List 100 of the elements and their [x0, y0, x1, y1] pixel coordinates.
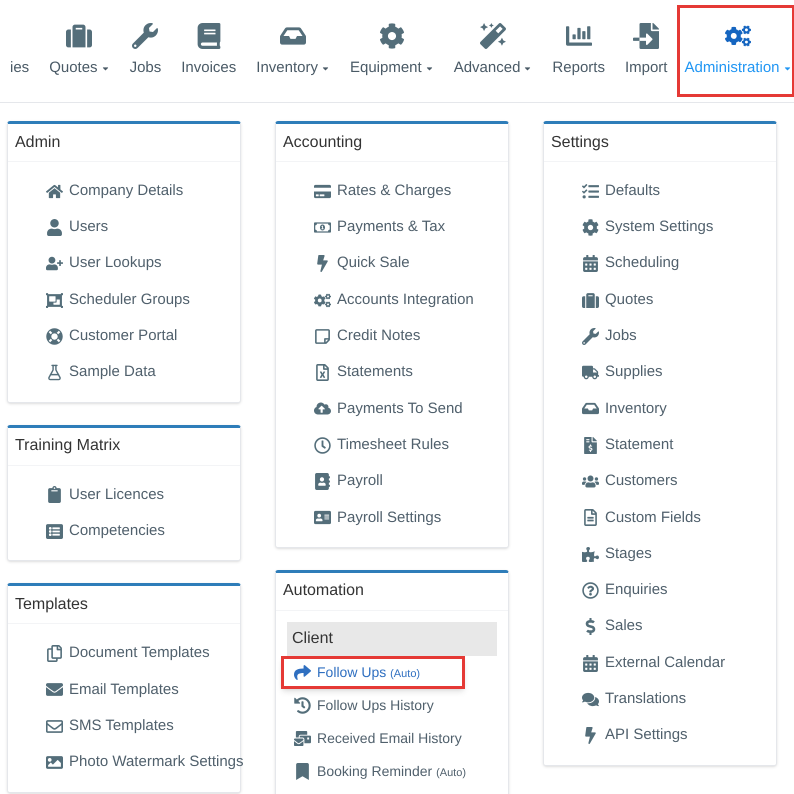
clock-icon — [314, 436, 331, 454]
question-icon — [582, 582, 599, 599]
comments-icon — [582, 690, 599, 708]
id-card-icon — [314, 509, 331, 526]
bookmark-icon — [294, 762, 311, 780]
user-icon — [46, 218, 63, 236]
import-icon — [633, 22, 660, 49]
address-book-icon — [314, 473, 331, 490]
user-plus-icon — [46, 255, 63, 272]
menu-link[interactable]: Accounts Integration — [314, 282, 508, 318]
menu-link[interactable]: Received Email History — [281, 722, 503, 755]
menu-link[interactable]: Document Templates — [46, 635, 240, 672]
nav-item[interactable]: Advanced — [444, 5, 542, 97]
menu-link[interactable]: Inventory — [582, 390, 776, 428]
menu-link[interactable]: Payroll Settings — [314, 500, 508, 536]
card-title: Training Matrix — [8, 428, 240, 466]
menu-link[interactable]: Timesheet Rules — [314, 427, 508, 464]
menu-link[interactable]: Scheduling — [582, 246, 776, 282]
calendar-icon — [582, 255, 599, 272]
briefcase-icon — [66, 22, 92, 49]
nav-item[interactable]: Quotes — [39, 5, 120, 97]
menu-link[interactable]: External Calendar — [582, 644, 776, 682]
object-group-icon — [46, 292, 63, 309]
nav-item[interactable]: Import — [614, 5, 678, 97]
menu-link[interactable]: Payroll — [314, 463, 508, 500]
group-heading: Client — [287, 622, 497, 656]
menu-link[interactable]: Payments & Tax — [314, 209, 508, 246]
credit-card-icon — [314, 182, 331, 200]
menu-link[interactable]: Enquiries — [582, 572, 776, 609]
clipboard-icon — [46, 486, 63, 504]
menu-link[interactable]: User Lookups — [46, 246, 240, 282]
spreadsheet-file-icon — [314, 364, 331, 382]
invoice-icon — [582, 436, 599, 454]
book-icon — [196, 22, 222, 49]
menu-link[interactable]: Customers — [582, 463, 776, 500]
menu-link[interactable]: Sample Data — [46, 354, 240, 391]
menu-link[interactable]: Quotes — [582, 282, 776, 318]
envelope-icon — [46, 718, 63, 735]
menu-link[interactable]: Customer Portal — [46, 318, 240, 354]
nav-item[interactable]: Jobs — [120, 5, 172, 97]
menu-link[interactable]: Sales — [582, 608, 776, 645]
checklist-icon — [582, 182, 599, 200]
copy-icon — [46, 645, 63, 662]
nav-item[interactable]: Reports — [542, 5, 615, 97]
history-icon — [294, 696, 311, 714]
menu-link[interactable]: Company Details — [46, 173, 240, 210]
truck-icon — [582, 364, 599, 382]
briefcase-icon — [582, 292, 599, 309]
image-icon — [46, 754, 63, 771]
gears-icon — [314, 292, 331, 309]
menu-link[interactable]: Rates & Charges — [314, 173, 508, 210]
menu-link[interactable]: Competencies — [46, 513, 240, 550]
mail-icon — [294, 730, 311, 747]
nav-item[interactable]: ies — [0, 5, 40, 97]
share-arrow-icon — [294, 664, 311, 681]
document-icon — [582, 509, 599, 526]
menu-link[interactable]: User Licences — [46, 476, 240, 514]
magic-wand-icon — [480, 22, 506, 49]
menu-link[interactable]: SMS Templates — [46, 708, 240, 744]
menu-link[interactable]: Payments To Send — [314, 390, 508, 428]
calendar-icon — [582, 654, 599, 672]
menu-link[interactable]: Quick Sale — [314, 246, 508, 282]
menu-link[interactable]: Statement — [582, 427, 776, 464]
card-title: Admin — [8, 124, 240, 162]
life-ring-icon — [46, 328, 63, 345]
menu-link[interactable]: Email Templates — [46, 672, 240, 708]
gear-icon — [378, 22, 405, 49]
menu-link[interactable]: Booking Reminder (Auto) — [281, 754, 503, 788]
menu-link[interactable]: API Settings — [582, 717, 776, 754]
puzzle-icon — [582, 546, 599, 563]
card-title: Templates — [8, 586, 240, 624]
gear-icon — [582, 218, 599, 236]
note-icon — [314, 328, 331, 345]
users-icon — [582, 473, 599, 490]
menu-link[interactable]: System Settings — [582, 209, 776, 246]
card-title: Settings — [544, 124, 776, 162]
menu-link[interactable]: Custom Fields — [582, 500, 776, 536]
menu-link[interactable]: Defaults — [582, 173, 776, 210]
wrench-icon — [132, 22, 158, 49]
menu-link[interactable]: Jobs — [582, 318, 776, 354]
menu-link[interactable]: Translations — [582, 681, 776, 718]
flask-icon — [46, 364, 63, 382]
card-title: Accounting — [276, 124, 508, 162]
menu-link[interactable]: Follow Ups (Auto) — [281, 656, 465, 689]
wrench-icon — [582, 328, 599, 345]
nav-item[interactable]: Inventory — [246, 5, 340, 97]
menu-link[interactable]: Users — [46, 209, 240, 246]
house-icon — [46, 182, 63, 200]
nav-item[interactable]: Equipment — [340, 5, 444, 97]
cloud-upload-icon — [314, 400, 331, 418]
menu-link[interactable]: Supplies — [582, 354, 776, 391]
menu-link[interactable]: Follow Ups History — [281, 688, 503, 722]
nav-item[interactable]: Invoices — [171, 5, 246, 97]
list-icon — [46, 522, 63, 540]
menu-link[interactable]: Credit Notes — [314, 318, 508, 354]
menu-link[interactable]: Scheduler Groups — [46, 282, 240, 318]
menu-link[interactable]: Stages — [582, 536, 776, 572]
envelope-icon — [46, 681, 63, 698]
gears-icon — [724, 22, 751, 49]
menu-link[interactable]: Statements — [314, 354, 508, 391]
